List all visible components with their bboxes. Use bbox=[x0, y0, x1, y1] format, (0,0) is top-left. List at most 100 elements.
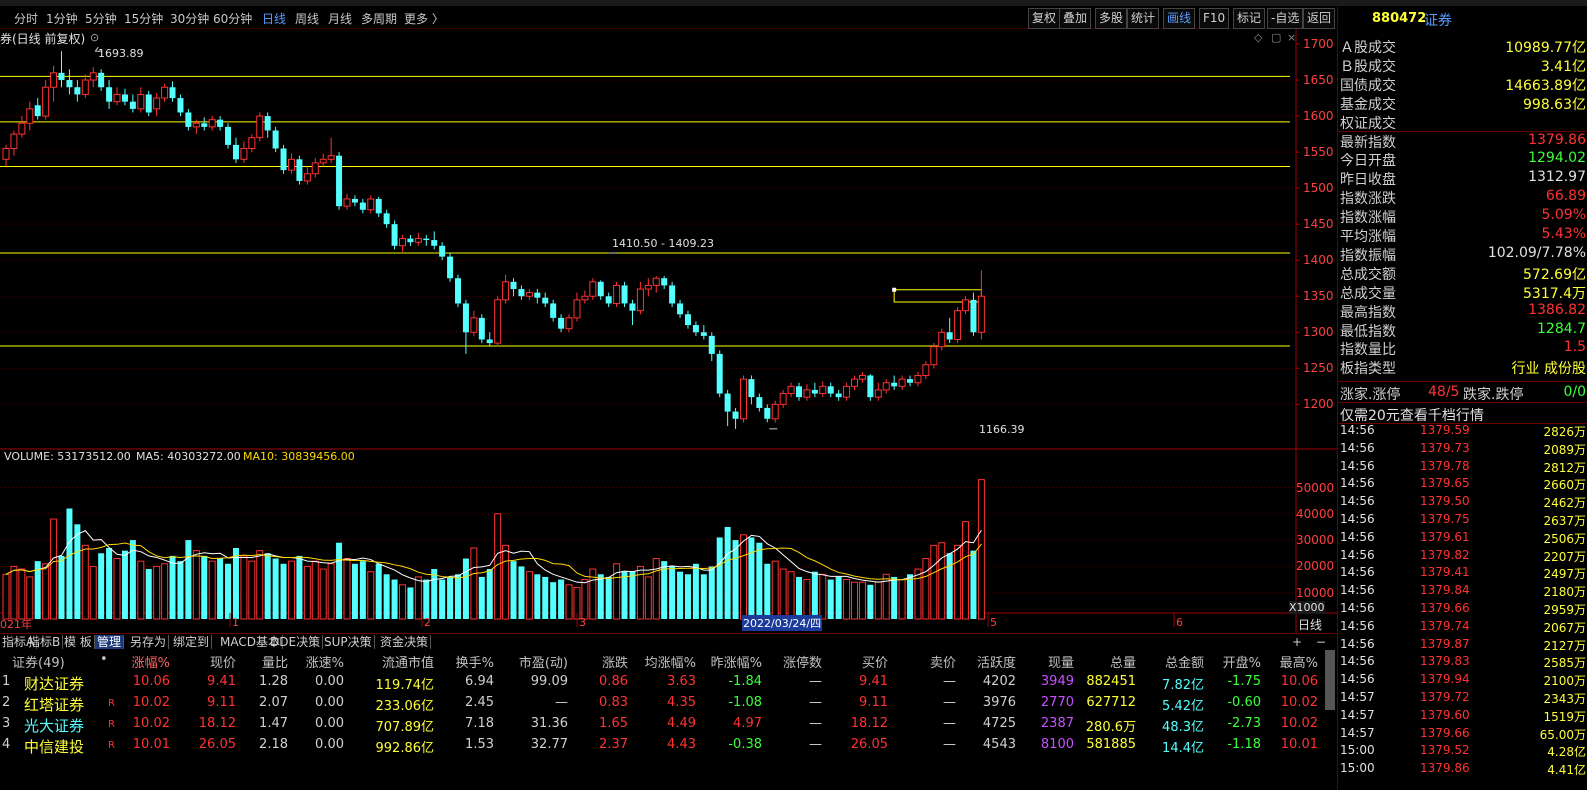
toolbar-button-1[interactable]: 叠加 bbox=[1059, 8, 1092, 29]
toolbar-button-0[interactable]: 复权 bbox=[1028, 8, 1061, 29]
period-4[interactable]: 30分钟 bbox=[170, 10, 209, 27]
tick-row: 14:56 1379.82 2207万 bbox=[1340, 548, 1586, 566]
table-row[interactable]: 1 财达证券 10.06 9.41 1.28 0.00 119.74亿 6.94 99.09 0.… bbox=[0, 672, 1337, 694]
tick-price: 1379.74 bbox=[1420, 618, 1470, 633]
chart-close-icon[interactable]: × bbox=[1287, 31, 1296, 44]
stock-name[interactable]: 中信建投 bbox=[24, 736, 84, 757]
volume-bar bbox=[177, 561, 184, 619]
table-scrollbar[interactable] bbox=[1325, 650, 1335, 710]
toolbar-button-4[interactable]: 画线 bbox=[1163, 8, 1196, 29]
tick-row: 14:56 1379.59 2826万 bbox=[1340, 423, 1586, 441]
promo-link[interactable]: 仅需20元查看千档行情 bbox=[1340, 405, 1484, 425]
volume-bar bbox=[851, 581, 859, 620]
stock-terminal-window: 分时 1分钟 5分钟 15分钟 30分钟 60分钟 日线 周线 月线 多周期 更多 〉复权 叠加 多股统… bbox=[0, 0, 1587, 790]
cell-最高%: 10.06 bbox=[1280, 674, 1318, 689]
volume-bar bbox=[311, 560, 319, 620]
volume-bar bbox=[66, 508, 73, 619]
candle bbox=[771, 400, 779, 423]
add-tab-icon[interactable]: + bbox=[1290, 635, 1304, 649]
stat-row: 板指类型 行业 成份股 bbox=[1340, 358, 1586, 377]
index-code: 880472 bbox=[1372, 11, 1427, 26]
tab-1[interactable]: 指标B bbox=[26, 635, 64, 649]
candle bbox=[447, 253, 454, 282]
volume-bar bbox=[351, 563, 358, 619]
toolbar-button-2[interactable]: 多股 bbox=[1095, 8, 1128, 29]
volume-bar bbox=[327, 563, 335, 620]
box-handle bbox=[892, 287, 897, 292]
toolbar-button-5[interactable]: F10 bbox=[1199, 8, 1230, 29]
tick-volume: 2812万 bbox=[1543, 460, 1586, 475]
kline-chart-area[interactable]: 券(日线 前复权) ⊙ ◇ ▢ × 1693.89 1166.39 1410.5… bbox=[0, 29, 1337, 633]
toolbar-button-8[interactable]: 返回 bbox=[1303, 8, 1336, 29]
stock-name[interactable]: 财达证券 bbox=[24, 673, 84, 694]
tick-row: 14:56 1379.41 2497万 bbox=[1340, 565, 1586, 583]
period-7[interactable]: 周线 bbox=[295, 10, 319, 27]
tab-8[interactable]: SUP决策 bbox=[322, 635, 375, 649]
volume-bar bbox=[898, 579, 906, 620]
date-tick: 021年 bbox=[0, 618, 32, 631]
chart-settings-icon[interactable]: ⊙ bbox=[90, 31, 99, 44]
period-9[interactable]: 多周期 bbox=[361, 10, 397, 27]
volume-bar bbox=[907, 574, 914, 619]
volume-bar bbox=[732, 540, 739, 619]
volume-bar bbox=[359, 561, 366, 619]
tick-price: 1379.83 bbox=[1420, 654, 1470, 669]
tab-9[interactable]: 资金决策 bbox=[378, 635, 432, 649]
tick-volume: 2207万 bbox=[1543, 549, 1586, 564]
tick-time: 14:56 bbox=[1340, 512, 1375, 526]
tab-3[interactable]: 管理 bbox=[95, 635, 125, 649]
table-row[interactable]: 2 红塔证券 R 10.02 9.11 2.07 0.00 233.06亿 2.45—0.83 4… bbox=[0, 693, 1337, 715]
stat-value: 998.63亿 bbox=[1523, 96, 1586, 113]
volume-tick: 20000 bbox=[1296, 559, 1335, 574]
tick-price: 1379.61 bbox=[1420, 529, 1470, 544]
chart-diamond-icon[interactable]: ◇ bbox=[1254, 31, 1262, 44]
table-header-5[interactable]: 涨速% bbox=[254, 652, 344, 671]
stock-name[interactable]: 光大证券 bbox=[24, 715, 84, 736]
volume-bar bbox=[716, 537, 723, 619]
tab-4[interactable]: 另存为 bbox=[128, 635, 170, 649]
volume-bar bbox=[2, 573, 10, 620]
kline-chart[interactable] bbox=[0, 29, 1337, 633]
period-0[interactable]: 分时 bbox=[14, 10, 38, 27]
volume-tick: 10000 bbox=[1296, 585, 1335, 600]
volume-bar bbox=[946, 553, 953, 619]
toolbar-button-3[interactable]: 统计 bbox=[1127, 8, 1160, 29]
remove-tab-icon[interactable]: − bbox=[1314, 635, 1328, 649]
table-row[interactable]: 4 中信建投 R 10.01 26.05 2.18 0.00 992.86亿 1.53 32.77… bbox=[0, 735, 1337, 757]
tab-7[interactable]: DDE决策 bbox=[268, 635, 324, 649]
date-tick: 1 bbox=[232, 616, 239, 629]
tab-5[interactable]: 绑定到 bbox=[171, 635, 213, 649]
period-6[interactable]: 日线 bbox=[262, 10, 286, 27]
stock-name[interactable]: 红塔证券 bbox=[24, 694, 84, 715]
volume-bar bbox=[510, 561, 517, 619]
tick-time: 14:56 bbox=[1340, 565, 1375, 580]
tick-time: 14:56 bbox=[1340, 529, 1375, 544]
stat-label: 最高指数 bbox=[1340, 304, 1396, 321]
volume-bar bbox=[121, 550, 128, 619]
promo-row[interactable]: 仅需20元查看千档行情 bbox=[1338, 402, 1587, 424]
table-header-20[interactable]: 最高% bbox=[1228, 652, 1318, 671]
volume-bar bbox=[811, 571, 818, 619]
tick-price: 1379.66 bbox=[1420, 725, 1470, 740]
toolbar-button-7[interactable]: -自选 bbox=[1267, 8, 1304, 29]
table-row[interactable]: 3 光大证券 R 10.02 18.12 1.47 0.00 707.89亿 7.18 31.36… bbox=[0, 714, 1337, 736]
chart-restore-icon[interactable]: ▢ bbox=[1271, 31, 1281, 44]
volume-bar bbox=[367, 571, 375, 620]
period-tag[interactable]: 日线 bbox=[1298, 616, 1322, 633]
period-1[interactable]: 1分钟 bbox=[46, 10, 78, 27]
volume-bar bbox=[98, 553, 105, 619]
toolbar-button-6[interactable]: 标记 bbox=[1233, 8, 1266, 29]
table-header-0[interactable]: 证券(49) bbox=[12, 652, 65, 671]
candle bbox=[296, 155, 303, 185]
tab-2[interactable]: 模 板 bbox=[62, 635, 95, 649]
tick-row: 14:56 1379.84 2180万 bbox=[1340, 583, 1586, 601]
period-8[interactable]: 月线 bbox=[328, 10, 352, 27]
volume-tick: 50000 bbox=[1296, 480, 1335, 495]
period-10[interactable]: 更多 〉 bbox=[404, 10, 444, 27]
price-tick: 1600 bbox=[1303, 109, 1334, 124]
period-5[interactable]: 60分钟 bbox=[213, 10, 252, 27]
period-3[interactable]: 15分钟 bbox=[124, 10, 163, 27]
stat-row: Ｂ股成交 3.41亿 bbox=[1340, 56, 1586, 75]
period-2[interactable]: 5分钟 bbox=[85, 10, 117, 27]
tick-row: 14:56 1379.94 2100万 bbox=[1340, 672, 1586, 690]
